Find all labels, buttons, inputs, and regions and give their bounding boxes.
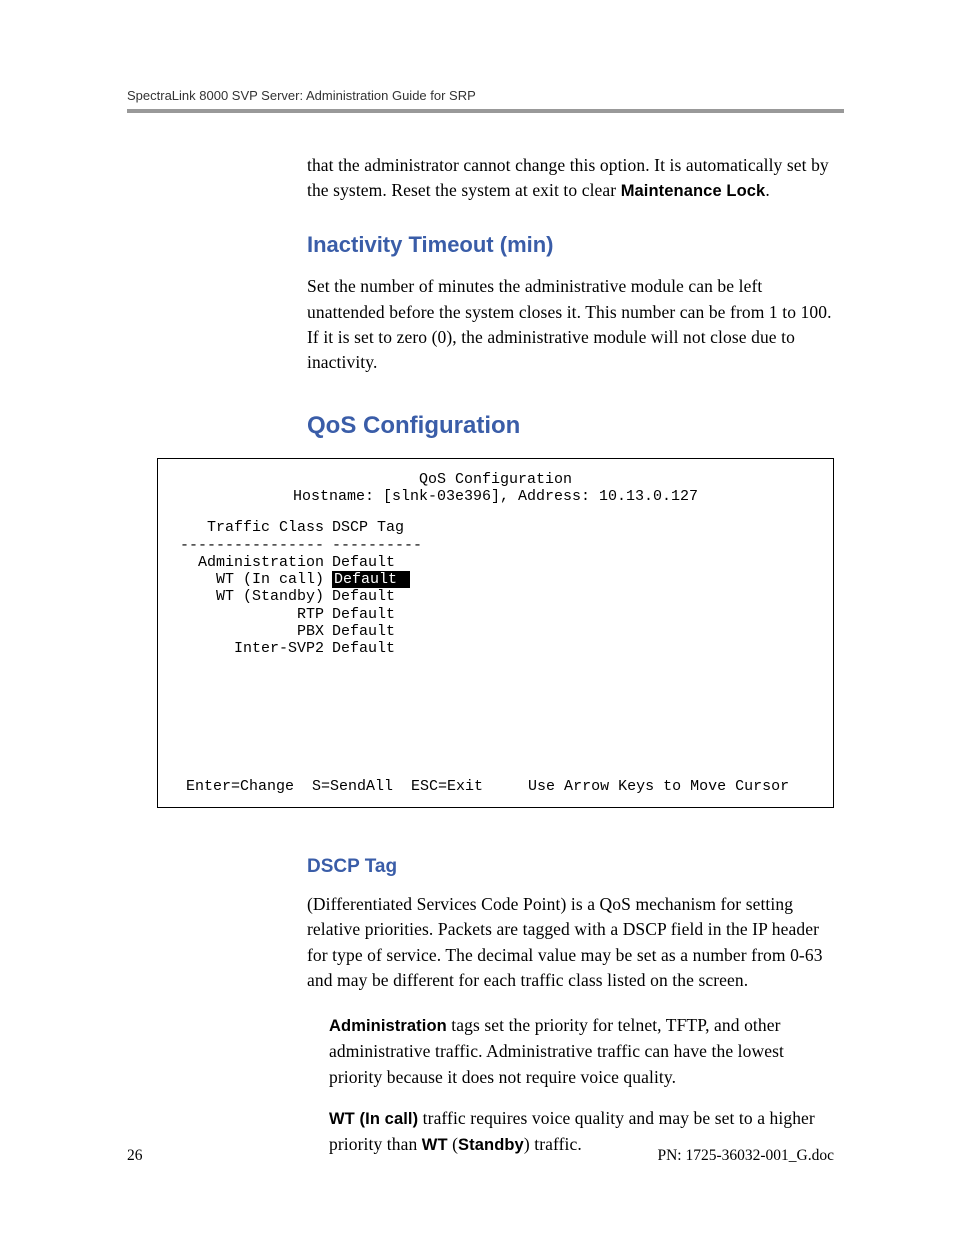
header-rule (127, 109, 844, 113)
maintenance-lock-label: Maintenance Lock (621, 182, 766, 200)
dscp-tag-heading: DSCP Tag (307, 856, 834, 878)
terminal-cell-value: Default (332, 606, 395, 623)
terminal-cell-value: Default (332, 588, 395, 605)
administration-description: Administration tags set the priority for… (329, 1013, 834, 1090)
terminal-hostline: Hostname: [slnk-03e396], Address: 10.13.… (174, 488, 817, 505)
terminal-row: RTP Default (174, 606, 817, 623)
para1-end: . (765, 180, 769, 200)
terminal-cell-label: PBX (174, 623, 332, 640)
terminal-cell-label: Inter-SVP2 (174, 640, 332, 657)
terminal-header-right: DSCP Tag (332, 519, 404, 536)
terminal-cell-value: Default (332, 554, 395, 571)
doc-id: PN: 1725-36032-001_G.doc (657, 1147, 834, 1165)
page-header: SpectraLink 8000 SVP Server: Administrat… (127, 88, 844, 103)
terminal-row: Inter-SVP2 Default (174, 640, 817, 657)
leading-paragraph: that the administrator cannot change thi… (307, 153, 834, 204)
terminal-cell-label: Administration (174, 554, 332, 571)
terminal-cell-label: WT (Standby) (174, 588, 332, 605)
terminal-cell-value: Default (332, 623, 395, 640)
terminal-cell-value-highlighted: Default (332, 571, 410, 588)
terminal-header-row: Traffic Class DSCP Tag (174, 519, 817, 536)
wt-incall-label: WT (In call) (329, 1110, 418, 1128)
terminal-title: QoS Configuration (174, 471, 817, 488)
page-footer: 26 PN: 1725-36032-001_G.doc (127, 1147, 834, 1165)
terminal-cell-label: RTP (174, 606, 332, 623)
page-number: 26 (127, 1147, 143, 1165)
administration-label: Administration (329, 1017, 447, 1035)
terminal-divider-right: ---------- (332, 537, 422, 554)
terminal-cell-value: Default (332, 640, 395, 657)
terminal-row: Administration Default (174, 554, 817, 571)
terminal-row: PBX Default (174, 623, 817, 640)
terminal-cell-label: WT (In call) (174, 571, 332, 588)
terminal-row: WT (Standby) Default (174, 588, 817, 605)
qos-configuration-heading: QoS Configuration (307, 412, 834, 440)
inactivity-timeout-heading: Inactivity Timeout (min) (307, 232, 834, 258)
dscp-tag-body: (Differentiated Services Code Point) is … (307, 892, 834, 994)
terminal-divider-left: ---------------- (174, 537, 332, 554)
terminal-header-left: Traffic Class (174, 519, 332, 536)
terminal-row-highlighted: WT (In call) Default (174, 571, 817, 588)
terminal-footer-hints: Enter=Change S=SendAll ESC=Exit Use Arro… (186, 778, 805, 795)
terminal-divider: ---------------- ---------- (174, 537, 817, 554)
terminal-screenshot: QoS Configuration Hostname: [slnk-03e396… (157, 458, 834, 808)
inactivity-timeout-body: Set the number of minutes the administra… (307, 274, 834, 376)
